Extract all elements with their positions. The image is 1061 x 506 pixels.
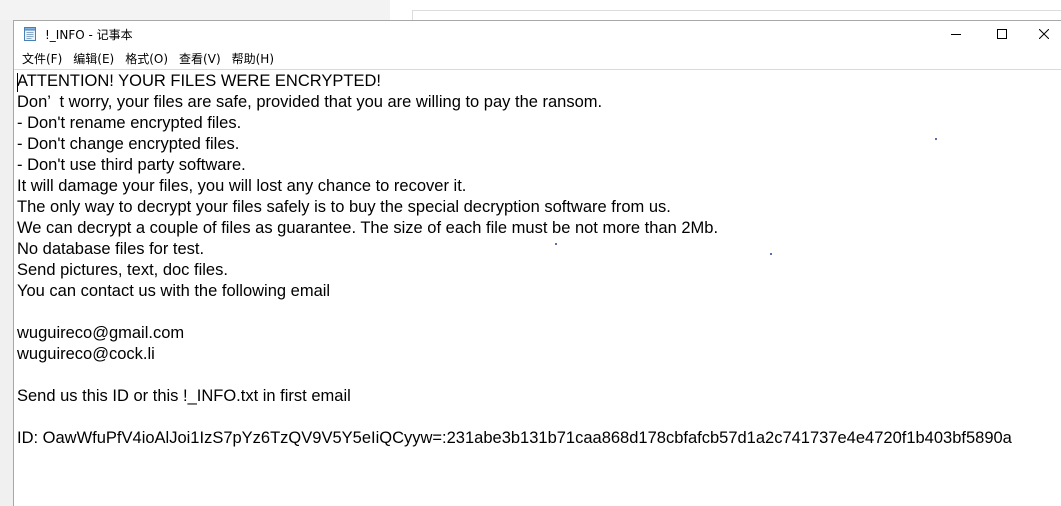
text-line: It will damage your files, you will lost… xyxy=(17,177,467,195)
menu-format[interactable]: 格式(O) xyxy=(122,48,174,69)
menu-bar: 文件(F) 编辑(E) 格式(O) 查看(V) 帮助(H) xyxy=(14,48,1061,69)
screen-speck xyxy=(770,253,772,255)
text-caret xyxy=(17,73,18,92)
text-line: wuguireco@cock.li xyxy=(17,345,155,363)
title-bar[interactable]: !_INFO - 记事本 xyxy=(14,21,1061,47)
menu-file[interactable]: 文件(F) xyxy=(19,48,68,69)
text-line: You can contact us with the following em… xyxy=(17,282,331,300)
background-window xyxy=(390,0,1061,20)
notepad-icon xyxy=(22,26,38,41)
close-icon xyxy=(1038,29,1049,39)
minimize-button[interactable] xyxy=(933,21,979,47)
text-line xyxy=(17,365,1061,386)
minimize-icon xyxy=(951,34,961,35)
notepad-window: !_INFO - 记事本 文件(F) 编辑(E) 格式(O) 查看(V) 帮助(… xyxy=(13,20,1061,506)
window-title: !_INFO - 记事本 xyxy=(45,28,133,42)
text-line xyxy=(17,407,1061,428)
close-button[interactable] xyxy=(1025,21,1061,47)
text-line: - Don't change encrypted files. xyxy=(17,135,240,153)
text-line: - Don't use third party software. xyxy=(17,156,246,174)
menu-help[interactable]: 帮助(H) xyxy=(229,48,280,69)
text-line: ATTENTION! YOUR FILES WERE ENCRYPTED! xyxy=(17,72,381,90)
screen-speck xyxy=(935,138,937,140)
maximize-button[interactable] xyxy=(979,21,1025,47)
text-editor[interactable]: ATTENTION! YOUR FILES WERE ENCRYPTED! Do… xyxy=(14,69,1061,506)
screen-speck xyxy=(555,243,557,245)
text-line xyxy=(17,302,1061,323)
menu-view[interactable]: 查看(V) xyxy=(176,48,227,69)
menu-edit[interactable]: 编辑(E) xyxy=(70,48,120,69)
text-line: We can decrypt a couple of files as guar… xyxy=(17,219,719,237)
maximize-icon xyxy=(997,29,1007,39)
text-line: - Don't rename encrypted files. xyxy=(17,114,242,132)
text-line: Don’ t worry, your files are safe, provi… xyxy=(17,93,603,111)
text-line: The only way to decrypt your files safel… xyxy=(17,198,671,216)
text-line: wuguireco@gmail.com xyxy=(17,324,185,342)
text-line: No database files for test. xyxy=(17,240,205,258)
background-window xyxy=(0,0,390,20)
text-line: ID: OawWfuPfV4ioAlJoi1IzS7pYz6TzQV9V5Y5e… xyxy=(17,429,1012,447)
text-line: Send us this ID or this !_INFO.txt in fi… xyxy=(17,387,351,405)
text-line: Send pictures, text, doc files. xyxy=(17,261,228,279)
